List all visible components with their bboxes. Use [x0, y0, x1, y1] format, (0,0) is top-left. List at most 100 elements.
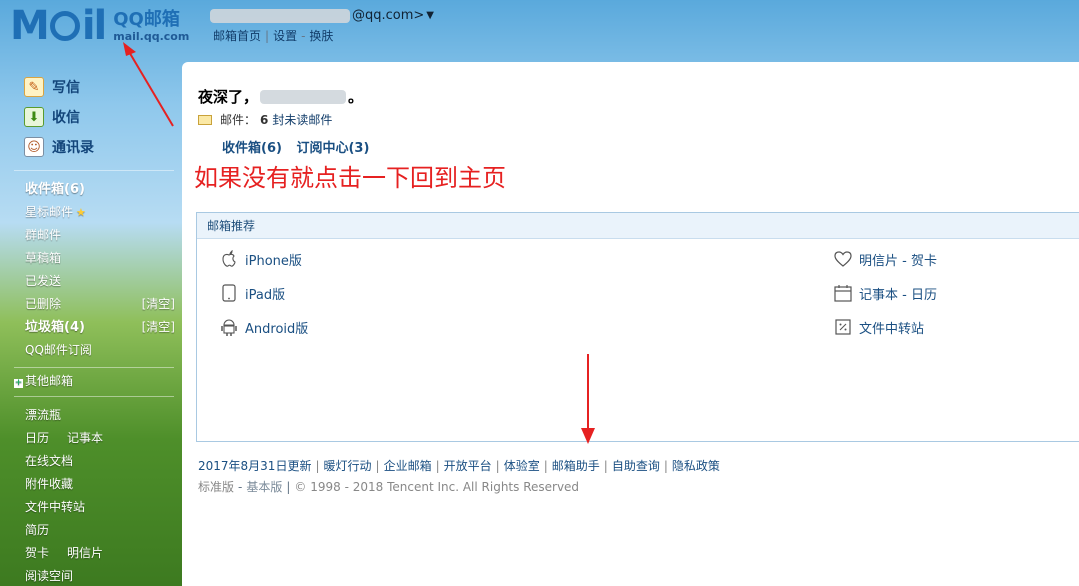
footer-sep: | [375, 459, 380, 473]
folder-group[interactable]: 群邮件 [25, 224, 175, 247]
footer-links: 2017年8月31日更新 | 暖灯行动 | 企业邮箱 | 开放平台 | 体验室 | 邮箱助手 | 自助查… [198, 457, 720, 474]
empty-deleted-button[interactable]: [清空] [142, 293, 175, 316]
mail-summary: 邮件： 6 封未读邮件 [198, 111, 332, 128]
other-mailboxes-toggle[interactable]: + 其他邮箱 [14, 372, 73, 389]
ipad-icon [219, 283, 239, 303]
account-switcher[interactable]: @qq.com> ▼ [210, 8, 434, 23]
recommend-title: 邮箱推荐 [197, 213, 1079, 239]
tool-notebook[interactable]: 记事本 [67, 431, 103, 445]
settings-link[interactable]: 设置 [273, 29, 297, 43]
folder-starred[interactable]: 星标邮件 ★ [25, 201, 175, 224]
contacts-icon: ☺ [24, 137, 44, 157]
tool-reading-space[interactable]: 阅读空间 [25, 565, 175, 586]
folder-label: 群邮件 [25, 228, 62, 242]
footer-sep: | [543, 459, 548, 473]
tool-attachments[interactable]: 附件收藏 [25, 473, 175, 496]
greeting: 夜深了， 。 [198, 86, 363, 107]
calendar-icon [833, 283, 853, 303]
tool-calendar[interactable]: 日历 [25, 431, 49, 445]
standard-version-label: 标准版 [198, 480, 235, 494]
postcard-link[interactable]: 明信片 - 贺卡 [833, 249, 937, 269]
folder-drafts[interactable]: 草稿箱 [25, 247, 175, 270]
footer-link[interactable]: 自助查询 [612, 459, 660, 473]
top-links: 邮箱首页 | 设置 - 换肤 [213, 27, 333, 44]
notebook-link[interactable]: 记事本 - 日历 [833, 283, 937, 303]
ipad-link[interactable]: iPad版 [219, 283, 285, 303]
folder-sent[interactable]: 已发送 [25, 270, 175, 293]
android-label: Android版 [245, 321, 309, 337]
quick-subscriptions-link[interactable]: 订阅中心(3) [296, 141, 369, 156]
blurred-username [210, 8, 350, 23]
quick-inbox-link[interactable]: 收件箱(6) [222, 141, 282, 156]
footer-mail-assistant-link[interactable]: 邮箱助手 [552, 459, 600, 473]
iphone-link[interactable]: iPhone版 [219, 249, 302, 269]
ipad-label: iPad版 [245, 287, 286, 303]
footer-dash: - [238, 480, 243, 494]
chevron-down-icon[interactable]: ▼ [426, 10, 434, 21]
android-icon [219, 317, 239, 337]
divider [14, 396, 174, 397]
file-transfer-icon [833, 317, 853, 337]
tool-cards-postcards[interactable]: 贺卡 明信片 [25, 542, 175, 565]
folder-deleted[interactable]: 已删除 [清空] [25, 293, 175, 316]
folder-label: 收件箱(6) [25, 182, 85, 197]
tool-file-transfer[interactable]: 文件中转站 [25, 496, 175, 519]
blurred-nickname [260, 89, 347, 104]
android-link[interactable]: Android版 [219, 317, 308, 337]
footer-link[interactable]: 体验室 [504, 459, 540, 473]
plus-icon: + [14, 378, 23, 388]
receive-label: 收信 [52, 110, 80, 126]
tool-label: 漂流瓶 [25, 408, 62, 422]
tool-cards[interactable]: 贺卡 [25, 546, 49, 560]
iphone-label: iPhone版 [245, 253, 302, 269]
tool-calendar-notes[interactable]: 日历 记事本 [25, 427, 175, 450]
logo-mark: Mil [10, 3, 107, 49]
annotation-arrow-to-logo [123, 42, 174, 127]
tool-online-docs[interactable]: 在线文档 [25, 450, 175, 473]
tool-resume[interactable]: 简历 [25, 519, 175, 542]
folder-label: 已删除 [25, 297, 62, 311]
greeting-prefix: 夜深了， [198, 88, 259, 106]
file-transfer-label: 文件中转站 [859, 321, 925, 337]
footer-sep: | [603, 459, 608, 473]
folder-subscriptions[interactable]: QQ邮件订阅 [25, 339, 175, 362]
empty-spam-button[interactable]: [清空] [142, 316, 175, 339]
compose-icon: ✎ [24, 77, 44, 97]
home-link[interactable]: 邮箱首页 [213, 29, 261, 43]
footer-link[interactable]: 暖灯行动 [324, 459, 372, 473]
account-email: @qq.com> [352, 8, 425, 23]
unread-link[interactable]: 封未读邮件 [272, 111, 332, 128]
skin-link[interactable]: 换肤 [309, 29, 333, 43]
folder-label: 已发送 [25, 274, 62, 288]
notebook-label: 记事本 - 日历 [859, 287, 937, 303]
divider [14, 367, 174, 368]
folder-spam[interactable]: 垃圾箱(4) [清空] [25, 316, 175, 339]
folder-label: 星标邮件 [25, 205, 74, 219]
logo-text: QQ邮箱 mail.qq.com [113, 10, 189, 44]
mail-label: 邮件： [220, 113, 257, 127]
copyright-text: © 1998 - 2018 Tencent Inc. All Rights Re… [294, 480, 580, 494]
footer-link[interactable]: 开放平台 [444, 459, 492, 473]
postcard-label: 明信片 - 贺卡 [859, 253, 937, 269]
file-transfer-link[interactable]: 文件中转站 [833, 317, 924, 337]
annotation-arrow-to-footer [581, 354, 595, 444]
basic-version-link[interactable]: 基本版 [246, 480, 282, 494]
footer-update-link[interactable]: 2017年8月31日更新 [198, 459, 311, 473]
unread-count: 6 [260, 112, 269, 127]
footer-link[interactable]: 企业邮箱 [384, 459, 432, 473]
logo-cn: QQ邮箱 [113, 9, 180, 30]
quick-links: 收件箱(6) 订阅中心(3) [222, 137, 379, 156]
footer-sep: | [495, 459, 500, 473]
tool-list: 漂流瓶 日历 记事本 在线文档 附件收藏 文件中转站 简历 贺卡 明信片 阅读空间 [25, 404, 175, 586]
tool-drift-bottle[interactable]: 漂流瓶 [25, 404, 175, 427]
footer-sep: | [435, 459, 440, 473]
contacts-button[interactable]: ☺ 通讯录 [14, 132, 164, 162]
annotation-text: 如果没有就点击一下回到主页 [194, 164, 506, 192]
footer-link[interactable]: 隐私政策 [672, 459, 720, 473]
folder-inbox[interactable]: 收件箱(6) [25, 178, 175, 201]
footer-sep: | [315, 459, 320, 473]
tool-postcards[interactable]: 明信片 [67, 546, 103, 560]
heart-icon [833, 249, 853, 269]
envelope-icon [198, 114, 212, 125]
star-icon: ★ [76, 206, 86, 219]
